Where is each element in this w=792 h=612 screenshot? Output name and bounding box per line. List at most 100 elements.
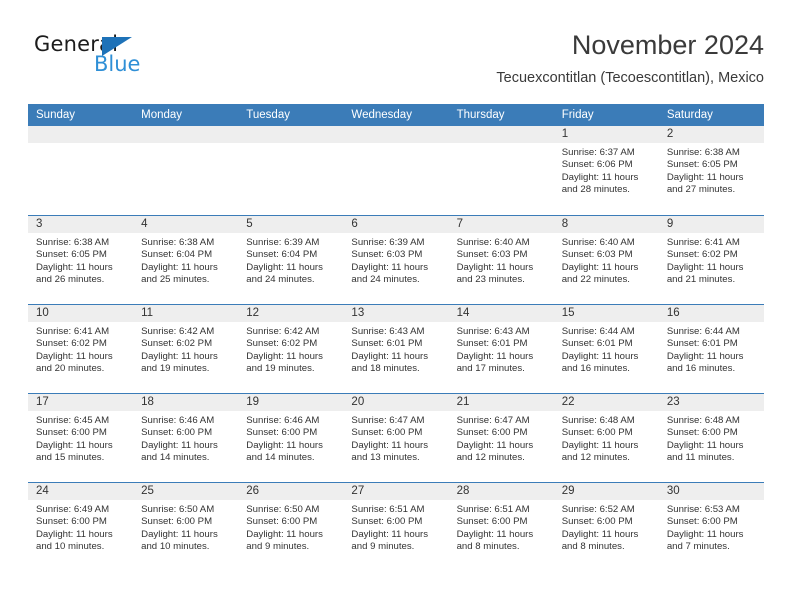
calendar-day-cell[interactable]: 10 Sunrise: 6:41 AM Sunset: 6:02 PM Dayligh… [28,305,134,393]
day-details: Sunrise: 6:41 AM Sunset: 6:02 PM Daylight:… [28,322,133,376]
sunset-text: Sunset: 6:03 PM [351,249,423,261]
day-number: 22 [553,394,659,411]
daylight-text: Daylight: 11 hours and 28 minutes. [561,171,639,196]
day-number: 12 [238,305,344,322]
calendar-day-cell[interactable]: 28 Sunrise: 6:51 AM Sunset: 6:00 PM Dayligh… [448,483,554,571]
day-details: Sunrise: 6:49 AM Sunset: 6:00 PM Daylight:… [28,500,133,554]
calendar-day-cell[interactable]: 7 Sunrise: 6:40 AM Sunset: 6:03 PM Daylight… [448,216,554,304]
day-number: 7 [448,216,554,233]
sunrise-text: Sunrise: 6:37 AM [561,147,635,158]
calendar-day-cell[interactable]: 19 Sunrise: 6:46 AM Sunset: 6:00 PM Dayligh… [238,394,344,482]
calendar-day-cell[interactable]: 5 Sunrise: 6:39 AM Sunset: 6:04 PM Daylight… [238,216,344,304]
sunset-text: Sunset: 6:01 PM [666,338,738,350]
calendar-day-cell[interactable]: 11 Sunrise: 6:42 AM Sunset: 6:02 PM Dayligh… [133,305,239,393]
daylight-text: Daylight: 11 hours and 15 minutes. [36,439,113,464]
calendar-day-cell[interactable]: 14 Sunrise: 6:43 AM Sunset: 6:01 PM Dayligh… [448,305,554,393]
sunset-text: Sunset: 6:00 PM [456,427,528,439]
sunset-text: Sunset: 6:00 PM [351,516,423,528]
calendar-day-cell[interactable]: 9 Sunrise: 6:41 AM Sunset: 6:02 PM Daylight… [658,216,764,304]
sunset-text: Sunset: 6:06 PM [561,159,633,171]
sunset-text: Sunset: 6:01 PM [456,338,528,350]
sunrise-text: Sunrise: 6:46 AM [246,415,320,426]
calendar-day-cell[interactable]: 16 Sunrise: 6:44 AM Sunset: 6:01 PM Dayligh… [658,305,764,393]
calendar-day-cell[interactable]: 18 Sunrise: 6:46 AM Sunset: 6:00 PM Dayligh… [133,394,239,482]
weekday-header-saturday: Saturday [666,109,713,121]
day-details: Sunrise: 6:40 AM Sunset: 6:03 PM Daylight:… [554,233,659,287]
calendar-day-cell[interactable]: 8 Sunrise: 6:40 AM Sunset: 6:03 PM Daylight… [553,216,659,304]
calendar-day-cell[interactable]: 2 Sunrise: 6:38 AM Sunset: 6:05 PM Daylight… [658,126,764,215]
sunrise-text: Sunrise: 6:50 AM [246,504,320,515]
page-subtitle: Tecuexcontitlan (Tecoescontitlan), Mexic… [496,70,764,86]
day-number: 1 [553,126,659,143]
day-number [238,126,344,143]
day-details: Sunrise: 6:45 AM Sunset: 6:00 PM Daylight:… [28,411,133,465]
day-details: Sunrise: 6:40 AM Sunset: 6:03 PM Daylight:… [449,233,554,287]
daylight-text: Daylight: 11 hours and 14 minutes. [141,439,218,464]
day-details: Sunrise: 6:42 AM Sunset: 6:02 PM Daylight:… [238,322,343,376]
calendar-weeks: 1 Sunrise: 6:37 AM Sunset: 6:06 PM Daylight… [28,126,764,571]
sunrise-text: Sunrise: 6:39 AM [246,237,320,248]
sunrise-text: Sunrise: 6:45 AM [36,415,110,426]
sunset-text: Sunset: 6:03 PM [456,249,528,261]
calendar-day-cell[interactable]: 23 Sunrise: 6:48 AM Sunset: 6:00 PM Dayligh… [658,394,764,482]
weekday-header-sunday: Sunday [36,109,76,121]
page-header: General Blue November 2024 Tecuexcontitl… [28,28,764,96]
day-number: 8 [553,216,659,233]
calendar-day-cell[interactable]: 24 Sunrise: 6:49 AM Sunset: 6:00 PM Dayligh… [28,483,134,571]
day-details: Sunrise: 6:51 AM Sunset: 6:00 PM Daylight:… [343,500,448,554]
calendar-day-cell[interactable]: 1 Sunrise: 6:37 AM Sunset: 6:06 PM Daylight… [553,126,659,215]
calendar-day-cell[interactable]: 13 Sunrise: 6:43 AM Sunset: 6:01 PM Dayligh… [343,305,449,393]
day-number: 5 [238,216,344,233]
daylight-text: Daylight: 11 hours and 19 minutes. [141,350,218,375]
calendar-day-cell[interactable]: 21 Sunrise: 6:47 AM Sunset: 6:00 PM Dayligh… [448,394,554,482]
day-number: 2 [658,126,764,143]
sunset-text: Sunset: 6:00 PM [666,516,738,528]
daylight-text: Daylight: 11 hours and 13 minutes. [351,439,429,464]
sunrise-text: Sunrise: 6:47 AM [456,415,530,426]
sunrise-text: Sunrise: 6:44 AM [666,326,740,337]
calendar-day-cell[interactable]: 27 Sunrise: 6:51 AM Sunset: 6:00 PM Dayligh… [343,483,449,571]
day-details: Sunrise: 6:38 AM Sunset: 6:05 PM Daylight:… [659,143,764,197]
day-details: Sunrise: 6:43 AM Sunset: 6:01 PM Daylight:… [343,322,448,376]
calendar-day-cell[interactable]: 15 Sunrise: 6:44 AM Sunset: 6:01 PM Dayligh… [553,305,659,393]
sunset-text: Sunset: 6:02 PM [36,338,107,350]
calendar-day-cell[interactable]: 6 Sunrise: 6:39 AM Sunset: 6:03 PM Daylight… [343,216,449,304]
calendar-grid: Sunday Monday Tuesday Wednesday Thursday Frid… [28,104,764,571]
calendar-day-cell[interactable]: 20 Sunrise: 6:47 AM Sunset: 6:00 PM Dayligh… [343,394,449,482]
sunrise-text: Sunrise: 6:53 AM [666,504,740,515]
calendar-week-row: 24 Sunrise: 6:49 AM Sunset: 6:00 PM Dayligh… [28,482,764,571]
calendar-day-cell[interactable]: 22 Sunrise: 6:48 AM Sunset: 6:00 PM Dayligh… [553,394,659,482]
day-number: 26 [238,483,344,500]
calendar-day-cell[interactable]: 4 Sunrise: 6:38 AM Sunset: 6:04 PM Daylight… [133,216,239,304]
calendar-day-cell-empty [28,126,134,215]
calendar-day-cell[interactable]: 30 Sunrise: 6:53 AM Sunset: 6:00 PM Dayligh… [658,483,764,571]
sunrise-text: Sunrise: 6:48 AM [561,415,635,426]
sunrise-text: Sunrise: 6:48 AM [666,415,740,426]
calendar-day-cell[interactable]: 26 Sunrise: 6:50 AM Sunset: 6:00 PM Dayligh… [238,483,344,571]
day-number: 21 [448,394,554,411]
daylight-text: Daylight: 11 hours and 27 minutes. [666,171,744,196]
calendar-day-cell[interactable]: 12 Sunrise: 6:42 AM Sunset: 6:02 PM Dayligh… [238,305,344,393]
sunset-text: Sunset: 6:02 PM [246,338,318,350]
sunset-text: Sunset: 6:00 PM [36,516,107,528]
day-details: Sunrise: 6:46 AM Sunset: 6:00 PM Daylight:… [238,411,343,465]
day-number: 9 [658,216,764,233]
sunset-text: Sunset: 6:00 PM [666,427,738,439]
sunrise-text: Sunrise: 6:49 AM [36,504,110,515]
day-number [343,126,449,143]
calendar-day-cell[interactable]: 25 Sunrise: 6:50 AM Sunset: 6:00 PM Dayligh… [133,483,239,571]
weekday-header-friday: Friday [561,109,594,121]
calendar-day-cell[interactable]: 29 Sunrise: 6:52 AM Sunset: 6:00 PM Dayligh… [553,483,659,571]
day-details: Sunrise: 6:42 AM Sunset: 6:02 PM Daylight:… [133,322,238,376]
calendar-day-cell[interactable]: 17 Sunrise: 6:45 AM Sunset: 6:00 PM Dayligh… [28,394,134,482]
weekday-header-row: Sunday Monday Tuesday Wednesday Thursday Frid… [28,104,764,126]
day-details: Sunrise: 6:51 AM Sunset: 6:00 PM Daylight:… [449,500,554,554]
brand-logo[interactable]: General Blue [34,32,214,88]
sunset-text: Sunset: 6:00 PM [246,427,318,439]
daylight-text: Daylight: 11 hours and 10 minutes. [36,528,113,553]
daylight-text: Daylight: 11 hours and 16 minutes. [666,350,744,375]
day-number: 25 [133,483,239,500]
day-details: Sunrise: 6:47 AM Sunset: 6:00 PM Daylight:… [343,411,448,465]
calendar-day-cell[interactable]: 3 Sunrise: 6:38 AM Sunset: 6:05 PM Daylight… [28,216,134,304]
calendar-page: General Blue November 2024 Tecuexcontitl… [0,0,792,612]
